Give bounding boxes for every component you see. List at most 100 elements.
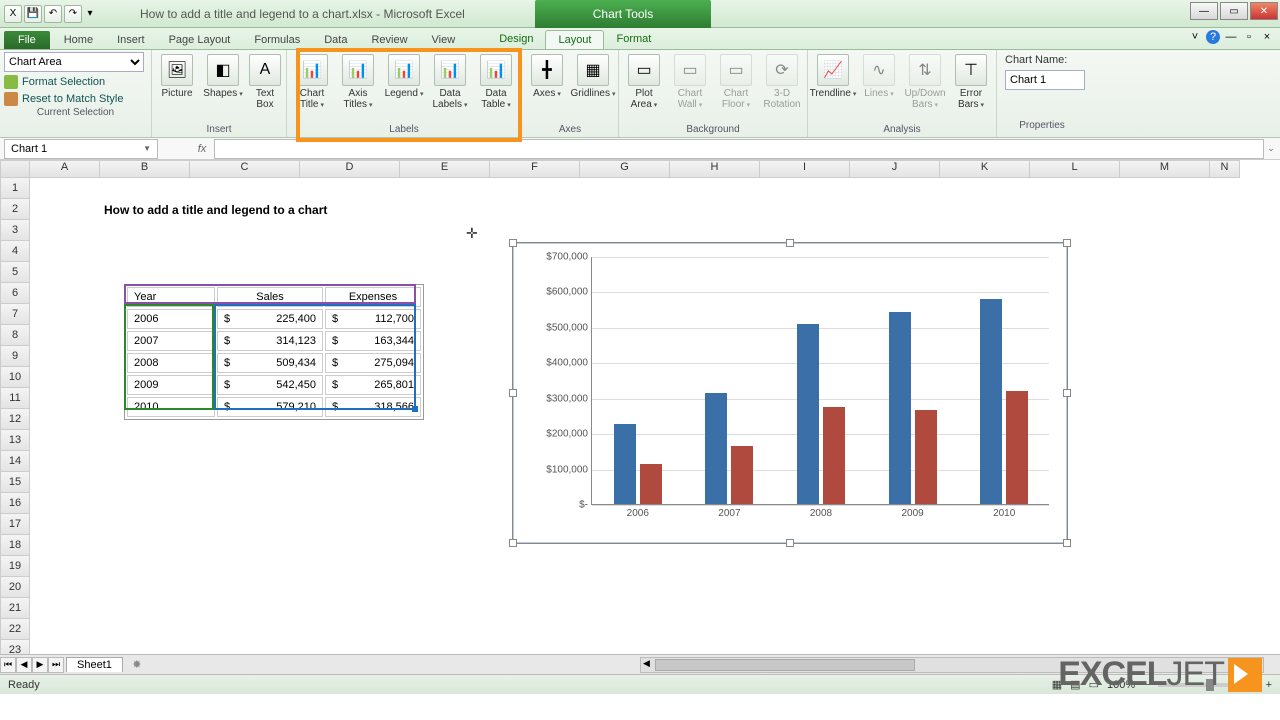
row-header[interactable]: 15 <box>0 472 30 493</box>
doc-restore-icon[interactable]: ▫ <box>1242 30 1256 44</box>
gridlines-button[interactable]: ▦Gridlines <box>572 52 614 102</box>
doc-close-icon[interactable]: × <box>1260 30 1274 44</box>
chart-bar[interactable] <box>797 324 819 504</box>
undo-icon[interactable]: ↶ <box>44 5 62 23</box>
tab-formulas[interactable]: Formulas <box>242 31 312 49</box>
column-header[interactable]: C <box>190 160 300 178</box>
tab-page-layout[interactable]: Page Layout <box>157 31 243 49</box>
fill-handle[interactable] <box>412 406 418 412</box>
legend-button[interactable]: 📊Legend <box>383 52 425 102</box>
worksheet-grid[interactable]: ABCDEFGHIJKLMN 1234567891011121314151617… <box>0 160 1280 654</box>
doc-minimize-icon[interactable]: — <box>1224 30 1238 44</box>
column-header[interactable]: A <box>30 160 100 178</box>
picture-button[interactable]: 🖼Picture <box>156 52 198 101</box>
chart-handle[interactable] <box>1063 539 1071 547</box>
column-header[interactable]: M <box>1120 160 1210 178</box>
formula-bar-expand-icon[interactable]: ⌄ <box>1264 139 1278 159</box>
chart-handle[interactable] <box>509 539 517 547</box>
column-header[interactable]: D <box>300 160 400 178</box>
data-table-button[interactable]: 📊Data Table <box>475 52 517 113</box>
tab-data[interactable]: Data <box>312 31 359 49</box>
maximize-button[interactable]: ▭ <box>1220 2 1248 20</box>
row-header[interactable]: 5 <box>0 262 30 283</box>
column-header[interactable]: L <box>1030 160 1120 178</box>
column-header[interactable]: B <box>100 160 190 178</box>
row-header[interactable]: 11 <box>0 388 30 409</box>
chart-object[interactable]: $-$100,000$200,000$300,000$400,000$500,0… <box>512 242 1068 544</box>
tab-nav-next-icon[interactable]: ▶ <box>32 657 48 673</box>
column-header[interactable]: G <box>580 160 670 178</box>
chart-handle[interactable] <box>509 389 517 397</box>
save-icon[interactable]: 💾 <box>24 5 42 23</box>
chart-title-button[interactable]: 📊Chart Title <box>291 52 333 113</box>
chart-bar[interactable] <box>980 299 1002 504</box>
row-header[interactable]: 14 <box>0 451 30 472</box>
row-header[interactable]: 23 <box>0 640 30 654</box>
shapes-button[interactable]: ◧Shapes <box>202 52 244 102</box>
chart-bar[interactable] <box>915 410 937 504</box>
tab-layout[interactable]: Layout <box>545 30 604 49</box>
chart-bar[interactable] <box>705 393 727 504</box>
column-header[interactable]: I <box>760 160 850 178</box>
row-header[interactable]: 13 <box>0 430 30 451</box>
trendline-button[interactable]: 📈Trendline <box>812 52 854 102</box>
tab-format[interactable]: Format <box>604 30 663 49</box>
name-box[interactable]: Chart 1▼ <box>4 139 158 159</box>
plot-area-button[interactable]: ▭Plot Area <box>623 52 665 113</box>
row-header[interactable]: 16 <box>0 493 30 514</box>
row-header[interactable]: 19 <box>0 556 30 577</box>
tab-home[interactable]: Home <box>52 31 105 49</box>
help-icon[interactable]: ? <box>1206 30 1220 44</box>
chart-bar[interactable] <box>640 464 662 504</box>
format-selection-button[interactable]: Format Selection <box>4 75 147 89</box>
chart-bar[interactable] <box>731 446 753 504</box>
data-labels-button[interactable]: 📊Data Labels <box>429 52 471 113</box>
sheet-tab[interactable]: Sheet1 <box>66 657 123 672</box>
row-header[interactable]: 21 <box>0 598 30 619</box>
select-all-corner[interactable] <box>0 160 30 178</box>
row-header[interactable]: 18 <box>0 535 30 556</box>
row-header[interactable]: 22 <box>0 619 30 640</box>
error-bars-button[interactable]: ⊤Error Bars <box>950 52 992 113</box>
close-button[interactable]: ✕ <box>1250 2 1278 20</box>
column-header[interactable]: J <box>850 160 940 178</box>
chart-name-input[interactable] <box>1005 70 1085 90</box>
row-header[interactable]: 20 <box>0 577 30 598</box>
row-header[interactable]: 10 <box>0 367 30 388</box>
tab-nav-first-icon[interactable]: ⏮ <box>0 657 16 673</box>
reset-style-button[interactable]: Reset to Match Style <box>4 92 147 106</box>
chart-handle[interactable] <box>1063 239 1071 247</box>
chart-bar[interactable] <box>823 407 845 504</box>
row-header[interactable]: 9 <box>0 346 30 367</box>
chart-bar[interactable] <box>614 424 636 504</box>
tab-nav-last-icon[interactable]: ⏭ <box>48 657 64 673</box>
text-box-button[interactable]: AText Box <box>248 52 282 112</box>
tab-insert[interactable]: Insert <box>105 31 157 49</box>
chart-element-selector[interactable]: Chart Area <box>4 52 144 72</box>
chart-bar[interactable] <box>889 312 911 504</box>
chart-handle[interactable] <box>1063 389 1071 397</box>
redo-icon[interactable]: ↷ <box>64 5 82 23</box>
row-header[interactable]: 8 <box>0 325 30 346</box>
row-header[interactable]: 17 <box>0 514 30 535</box>
column-header[interactable]: E <box>400 160 490 178</box>
zoom-in-icon[interactable]: + <box>1266 679 1272 691</box>
excel-app-icon[interactable]: X <box>4 5 22 23</box>
column-header[interactable]: N <box>1210 160 1240 178</box>
chart-handle[interactable] <box>509 239 517 247</box>
new-sheet-icon[interactable]: ✸ <box>127 657 147 673</box>
chart-handle[interactable] <box>786 239 794 247</box>
column-header[interactable]: H <box>670 160 760 178</box>
tab-view[interactable]: View <box>420 31 468 49</box>
minimize-ribbon-icon[interactable]: ˅ <box>1188 30 1202 44</box>
qat-dropdown-icon[interactable]: ▾ <box>84 5 96 23</box>
fx-icon[interactable]: fx <box>190 143 214 155</box>
row-header[interactable]: 12 <box>0 409 30 430</box>
tab-nav-prev-icon[interactable]: ◀ <box>16 657 32 673</box>
column-header[interactable]: K <box>940 160 1030 178</box>
row-header[interactable]: 2 <box>0 199 30 220</box>
row-header[interactable]: 1 <box>0 178 30 199</box>
axes-button[interactable]: ╋Axes <box>526 52 568 102</box>
minimize-button[interactable]: — <box>1190 2 1218 20</box>
file-tab[interactable]: File <box>4 31 50 49</box>
